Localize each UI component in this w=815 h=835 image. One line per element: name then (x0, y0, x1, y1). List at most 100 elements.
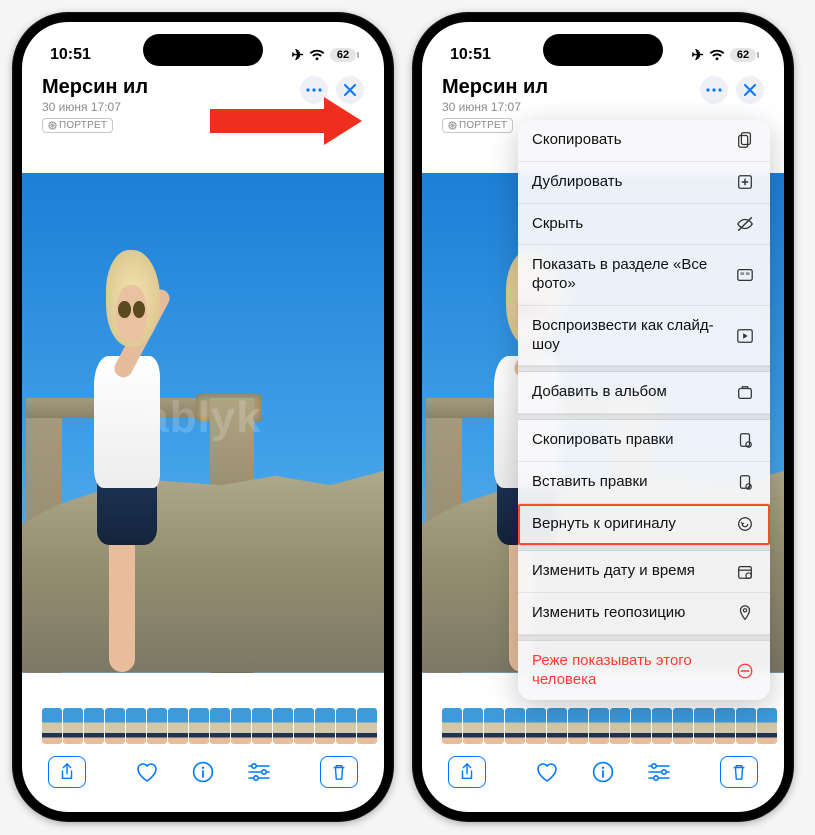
portrait-badge-label: ПОРТРЕТ (459, 120, 507, 131)
thumbnail[interactable] (526, 708, 546, 744)
portrait-badge-label: ПОРТРЕТ (59, 120, 107, 131)
info-button[interactable] (589, 758, 617, 786)
thumbnail-strip[interactable] (422, 706, 784, 746)
page-subtitle: 30 июня 17:07 (42, 100, 300, 114)
favorite-button[interactable] (133, 758, 161, 786)
menu-item-copy-edits[interactable]: Скопировать правки (518, 420, 770, 462)
thumbnail[interactable] (273, 708, 293, 744)
menu-item-calendar[interactable]: Изменить дату и время (518, 551, 770, 593)
more-button[interactable] (700, 76, 728, 104)
menu-item-hide[interactable]: Скрыть (518, 204, 770, 246)
thumbnail[interactable] (442, 708, 462, 744)
close-button[interactable] (336, 76, 364, 104)
menu-item-album[interactable]: Добавить в альбом (518, 372, 770, 414)
share-icon (459, 763, 475, 781)
menu-item-paste-edits[interactable]: Вставить правки (518, 462, 770, 504)
play-icon (734, 327, 756, 345)
close-button[interactable] (736, 76, 764, 104)
thumbnail[interactable] (694, 708, 714, 744)
dynamic-island (143, 34, 263, 66)
thumbnail[interactable] (547, 708, 567, 744)
portrait-badge: ПОРТРЕТ (42, 118, 113, 133)
thumbnail[interactable] (610, 708, 630, 744)
thumbnail[interactable] (736, 708, 756, 744)
menu-item-grid[interactable]: Показать в разделе «Все фото» (518, 245, 770, 306)
revert-icon (734, 515, 756, 533)
menu-item-play[interactable]: Воспроизвести как слайд-шоу (518, 306, 770, 367)
thumbnail[interactable] (589, 708, 609, 744)
menu-item-label: Изменить дату и время (532, 562, 695, 581)
delete-button[interactable] (720, 756, 758, 788)
favorite-button[interactable] (533, 758, 561, 786)
status-time: 10:51 (50, 46, 91, 64)
info-icon (592, 761, 614, 783)
grid-icon (734, 266, 756, 284)
thumbnail[interactable] (105, 708, 125, 744)
thumbnail[interactable] (673, 708, 693, 744)
heart-icon (535, 761, 559, 783)
screen: 10:51 ✈︎ 62 Мерсин ил 30 июня 17:07 ПОРТ… (22, 22, 384, 812)
thumbnail[interactable] (168, 708, 188, 744)
photo: ablyk (22, 173, 384, 673)
status-indicators: ✈︎ 62 (691, 46, 756, 64)
photo-header: Мерсин ил 30 июня 17:07 ПОРТРЕТ (22, 72, 384, 141)
thumbnail[interactable] (505, 708, 525, 744)
thumbnail-strip[interactable] (22, 706, 384, 746)
menu-item-duplicate[interactable]: Дублировать (518, 162, 770, 204)
sliders-icon (647, 762, 671, 782)
duplicate-icon (734, 173, 756, 191)
dynamic-island (543, 34, 663, 66)
thumbnail[interactable] (463, 708, 483, 744)
menu-item-minus[interactable]: Реже показывать этого человека (518, 641, 770, 701)
battery-indicator: 62 (330, 48, 356, 62)
menu-item-label: Вставить правки (532, 473, 647, 492)
thumbnail[interactable] (42, 708, 62, 744)
menu-item-label: Изменить геопозицию (532, 604, 685, 623)
edit-button[interactable] (245, 758, 273, 786)
thumbnail[interactable] (210, 708, 230, 744)
thumbnail[interactable] (715, 708, 735, 744)
thumbnail[interactable] (568, 708, 588, 744)
more-button[interactable] (300, 76, 328, 104)
pin-icon (734, 604, 756, 622)
thumbnail[interactable] (484, 708, 504, 744)
bottom-toolbar (22, 746, 384, 812)
thumbnail[interactable] (231, 708, 251, 744)
thumbnail[interactable] (84, 708, 104, 744)
menu-item-revert[interactable]: Вернуть к оригиналу (518, 504, 770, 546)
thumbnail[interactable] (126, 708, 146, 744)
thumbnail[interactable] (652, 708, 672, 744)
info-button[interactable] (189, 758, 217, 786)
aperture-icon (448, 121, 457, 130)
menu-item-label: Показать в разделе «Все фото» (532, 256, 726, 294)
album-icon (734, 384, 756, 402)
menu-item-label: Добавить в альбом (532, 383, 667, 402)
thumbnail[interactable] (315, 708, 335, 744)
thumbnail[interactable] (63, 708, 83, 744)
menu-item-pin[interactable]: Изменить геопозицию (518, 593, 770, 635)
menu-item-label: Скопировать правки (532, 431, 673, 450)
minus-icon (734, 662, 756, 680)
menu-item-copy[interactable]: Скопировать (518, 120, 770, 162)
thumbnail[interactable] (147, 708, 167, 744)
thumbnail[interactable] (252, 708, 272, 744)
thumbnail[interactable] (757, 708, 777, 744)
thumbnail[interactable] (631, 708, 651, 744)
edit-button[interactable] (645, 758, 673, 786)
status-time: 10:51 (450, 46, 491, 64)
thumbnail[interactable] (336, 708, 356, 744)
delete-button[interactable] (320, 756, 358, 788)
menu-item-label: Воспроизвести как слайд-шоу (532, 317, 726, 355)
trash-icon (331, 763, 347, 781)
phone-right: 10:51 ✈︎ 62 Мерсин ил 30 июня 17:07 ПОРТ… (412, 12, 794, 822)
photo-viewer[interactable]: ablyk (22, 141, 384, 706)
airplane-icon: ✈︎ (691, 46, 704, 64)
thumbnail[interactable] (189, 708, 209, 744)
airplane-icon: ✈︎ (291, 46, 304, 64)
share-button[interactable] (48, 756, 86, 788)
share-button[interactable] (448, 756, 486, 788)
copy-icon (734, 131, 756, 149)
wifi-icon (309, 49, 325, 61)
thumbnail[interactable] (294, 708, 314, 744)
thumbnail[interactable] (357, 708, 377, 744)
